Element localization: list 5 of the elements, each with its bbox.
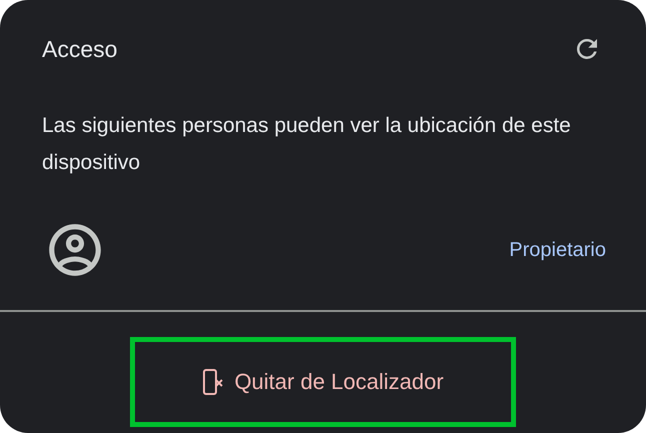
phone-remove-icon <box>202 368 224 396</box>
role-label: Propietario <box>509 238 606 262</box>
card-title: Acceso <box>42 35 118 64</box>
remove-button[interactable]: Quitar de Localizador <box>130 336 516 426</box>
description-text: Las siguientes personas pueden ver la ubicación de este dispositivo <box>41 112 572 176</box>
